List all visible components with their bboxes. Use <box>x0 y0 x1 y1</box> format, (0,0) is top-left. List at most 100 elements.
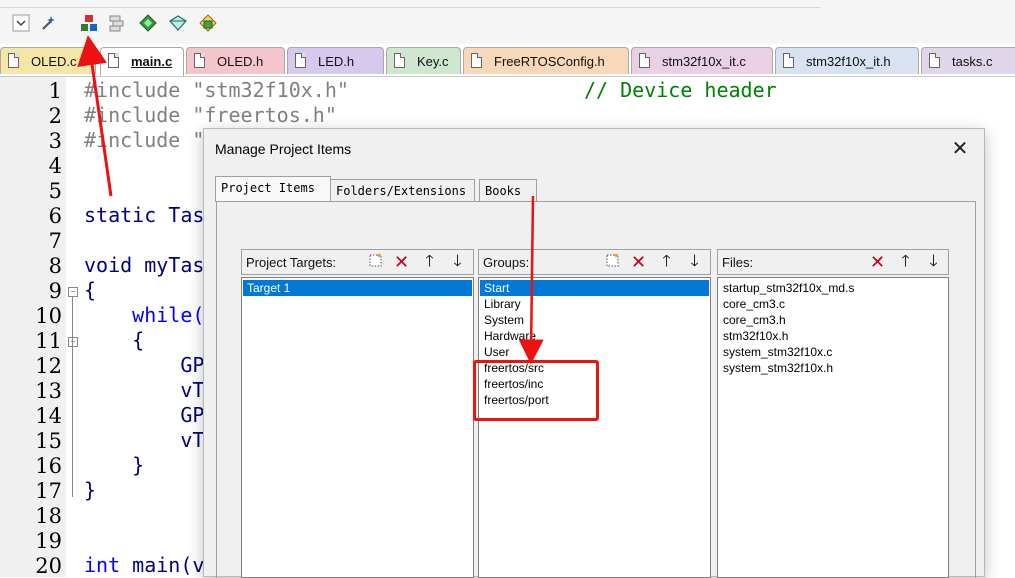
document-icon <box>639 53 650 68</box>
groups-list-item[interactable]: Library <box>482 296 523 312</box>
files-list-item[interactable]: stm32f10x.h <box>721 328 790 344</box>
code-token: #include <box>84 103 193 127</box>
new-item-icon[interactable] <box>365 252 386 272</box>
multi-project-icon[interactable] <box>197 12 219 34</box>
magic-wand-icon[interactable] <box>38 12 60 34</box>
code-token: GP <box>84 353 205 377</box>
files-list-item[interactable]: startup_stm32f10x_md.s <box>721 280 856 296</box>
code-line: vT <box>84 378 204 402</box>
targets-header: Project Targets: ✕ 🡑 🡓 <box>241 249 474 275</box>
move-down-icon[interactable]: 🡓 <box>447 252 468 272</box>
files-list-item[interactable]: core_cm3.c <box>721 296 787 312</box>
move-down-icon[interactable]: 🡓 <box>923 252 944 272</box>
code-line: #include "freertos.h" <box>84 103 337 127</box>
manage-project-items-icon[interactable] <box>78 12 100 34</box>
tab-file[interactable]: OLED.c <box>0 47 96 74</box>
tab-file[interactable]: stm32f10x_it.h <box>775 47 919 74</box>
delete-icon[interactable]: ✕ <box>867 252 888 272</box>
code-line: GP <box>84 403 204 427</box>
tab-file[interactable]: stm32f10x_it.c <box>631 47 773 74</box>
code-token: vT <box>84 378 205 402</box>
code-token: main(v <box>120 553 205 577</box>
code-line: } <box>84 478 96 502</box>
groups-list-item[interactable]: Start <box>480 280 709 296</box>
code-token: "freertos.h" <box>192 103 337 127</box>
code-line: int main(v <box>84 553 204 577</box>
line-number: 19 <box>35 529 62 553</box>
code-line: } <box>84 453 144 477</box>
code-token: while( <box>84 303 205 327</box>
line-number: 6 <box>48 204 62 228</box>
line-number: 5 <box>48 179 62 203</box>
line-number: 15 <box>35 429 62 453</box>
document-icon <box>108 53 119 68</box>
code-token: #include <box>84 128 193 152</box>
dialog-title: Manage Project Items <box>215 141 352 157</box>
diamond-outline-icon[interactable] <box>167 12 189 34</box>
tab-label: LED.h <box>318 54 355 69</box>
code-line: { <box>84 278 96 302</box>
tab-file[interactable]: Key.c <box>386 47 461 74</box>
code-token: { <box>84 278 97 302</box>
green-diamond-icon[interactable] <box>137 12 159 34</box>
document-icon <box>783 53 794 68</box>
tab-file[interactable]: tasks.c <box>921 47 1015 74</box>
move-down-icon[interactable]: 🡓 <box>684 252 705 272</box>
files-list-item[interactable]: system_stm32f10x.h <box>721 360 835 376</box>
document-icon <box>929 53 940 68</box>
files-list[interactable]: startup_stm32f10x_md.s core_cm3.c core_cm3… <box>717 277 949 578</box>
document-icon <box>394 53 405 68</box>
stack-icon[interactable] <box>106 12 128 34</box>
toolbar-edge <box>0 0 820 8</box>
code-token: } <box>84 453 145 477</box>
groups-list-item[interactable]: Hardware <box>482 328 538 344</box>
code-token: { <box>84 328 145 352</box>
targets-list[interactable]: Target 1 <box>241 277 474 578</box>
tab-project-items[interactable]: Project Items <box>215 176 331 202</box>
fold-toggle[interactable]: − <box>68 287 78 297</box>
groups-list-item[interactable]: User <box>482 344 511 360</box>
file-tab-bar: OLED.c main.c OLED.h LED.h Key.c FreeRTOSConf… <box>0 44 1015 77</box>
tab-books[interactable]: Books <box>479 179 537 201</box>
tab-label: main.c <box>131 54 173 69</box>
line-number: 2 <box>48 104 62 128</box>
tab-file[interactable]: FreeRTOSConfig.h <box>463 47 629 74</box>
move-up-icon[interactable]: 🡑 <box>656 252 677 272</box>
dropdown-icon[interactable] <box>10 12 32 34</box>
code-token: "stm32f10x.h" <box>192 78 349 102</box>
tab-folders-extensions[interactable]: Folders/Extensions <box>330 179 475 201</box>
tab-file[interactable]: main.c <box>100 47 184 76</box>
groups-list-item[interactable]: System <box>482 312 526 328</box>
code-line: vT <box>84 428 204 452</box>
tab-label: Key.c <box>417 54 449 69</box>
code-token: static Tas <box>84 203 205 227</box>
delete-icon[interactable]: ✕ <box>391 252 412 272</box>
line-number: 11 <box>35 329 62 353</box>
line-number: 1 <box>48 79 62 103</box>
delete-icon[interactable]: ✕ <box>628 252 649 272</box>
line-number: 13 <box>35 379 62 403</box>
code-line: static Tas <box>84 203 204 227</box>
new-item-icon[interactable] <box>602 252 623 272</box>
line-number: 20 <box>35 554 62 578</box>
fold-toggle[interactable]: − <box>68 337 78 347</box>
tab-label: FreeRTOSConfig.h <box>494 54 605 69</box>
document-icon <box>471 53 482 68</box>
move-up-icon[interactable]: 🡑 <box>895 252 916 272</box>
line-number: 9 <box>48 279 62 303</box>
tab-file[interactable]: OLED.h <box>186 47 285 74</box>
move-up-icon[interactable]: 🡑 <box>419 252 440 272</box>
tab-label: stm32f10x_it.h <box>806 54 891 69</box>
files-list-item[interactable]: system_stm32f10x.c <box>721 344 834 360</box>
groups-header: Groups: ✕ 🡑 🡓 <box>478 249 711 275</box>
manage-project-items-dialog: Manage Project Items ✕ Project Items Fol… <box>203 128 985 578</box>
line-number: 18 <box>35 504 62 528</box>
targets-list-item[interactable]: Target 1 <box>243 280 472 296</box>
line-number: 17 <box>35 479 62 503</box>
tab-file[interactable]: LED.h <box>287 47 384 74</box>
files-list-item[interactable]: core_cm3.h <box>721 312 788 328</box>
groups-list[interactable]: Start Library System Hardware User freertos/s… <box>478 277 711 578</box>
code-line: void myTas <box>84 253 204 277</box>
code-token: vT <box>84 428 205 452</box>
close-icon[interactable]: ✕ <box>948 137 972 161</box>
